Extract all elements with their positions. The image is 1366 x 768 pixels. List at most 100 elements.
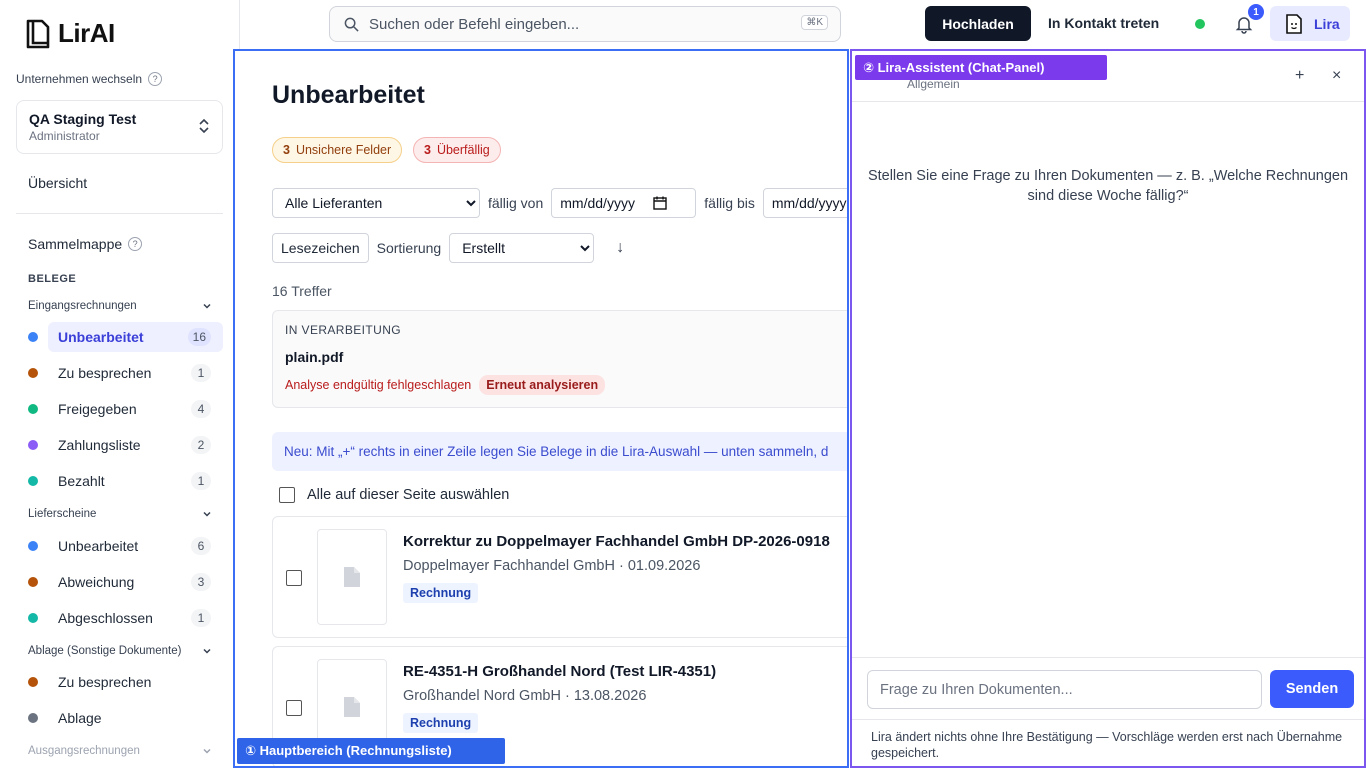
sidebar-item-label: Bezahlt [58,473,105,489]
status-dot [28,613,38,623]
sidebar: LirAI Unternehmen wechseln ? QA Staging … [0,0,240,768]
page-title: Unbearbeitet [272,81,425,109]
logo[interactable]: LirAI [24,18,115,49]
select-all-label: Alle auf dieser Seite auswählen [307,487,510,503]
due-from-label: fällig von [488,195,544,211]
sidebar-item-label: Abweichung [58,574,135,590]
search-input[interactable] [369,15,789,33]
sort-row: Lesezeichen Sortierung Erstellt ↓ [272,233,624,263]
send-button[interactable]: Senden [1270,670,1354,708]
sort-direction-icon[interactable]: ↓ [616,239,624,257]
close-icon[interactable]: × [1332,67,1341,85]
reanalyse-button[interactable]: Erneut analysieren [479,375,606,395]
sidebar-item[interactable]: Abweichung 3 [28,567,223,597]
search-icon [344,17,359,32]
sidebar-item[interactable]: Zu besprechen [28,667,223,697]
chat-input[interactable] [867,670,1262,709]
count-badge: 4 [191,400,211,418]
chat-panel: Allgemein + × Stellen Sie eine Frage zu … [850,49,1366,768]
sidebar-item-overview[interactable]: Übersicht [28,175,87,191]
supplier-select[interactable]: Alle Lieferanten [272,188,480,218]
hit-count: 16 Treffer [272,283,332,299]
help-icon[interactable]: ? [148,72,163,86]
sidebar-item[interactable]: Unbearbeitet 6 [28,531,223,561]
chat-region-tag: ② Lira-Assistent (Chat-Panel) [855,55,1107,80]
status-dot [28,577,38,587]
count-badge: 16 [187,328,211,346]
divider [852,657,1364,658]
select-all[interactable]: Alle auf dieser Seite auswählen [279,487,509,503]
sidebar-item-label: Unbearbeitet [58,538,139,554]
bookmarks-button[interactable]: Lesezeichen [272,233,369,263]
logo-icon [26,19,50,48]
lira-button[interactable]: Lira [1270,6,1350,41]
status-dot [28,677,38,687]
contact-button[interactable]: In Kontakt treten [1048,15,1159,31]
overdue-badge[interactable]: 3 Überfällig [413,137,501,163]
invoice-title[interactable]: Korrektur zu Doppelmayer Fachhandel GmbH… [403,533,830,550]
sidebar-item[interactable]: Bezahlt 1 [28,466,223,496]
count-badge: 1 [191,472,211,490]
invoice-checkbox[interactable] [286,700,302,716]
divider [852,101,1364,102]
count-badge: 1 [191,364,211,382]
sidebar-item-sammelmappe[interactable]: Sammelmappe ? [28,236,143,252]
company-role: Administrator [29,129,100,143]
processing-file[interactable]: plain.pdf [285,349,847,365]
select-all-checkbox[interactable] [279,487,295,503]
due-to-input[interactable]: mm/dd/yyyy [762,188,847,218]
invoice-checkbox[interactable] [286,570,302,586]
sidebar-item-label: Zu besprechen [58,365,152,381]
invoice-meta: Großhandel Nord GmbH · 13.08.2026 [403,688,647,704]
lira-avatar-icon [1286,13,1302,34]
processing-label: IN VERARBEITUNG [285,323,402,337]
invoice-thumbnail[interactable] [317,529,387,625]
processing-card: IN VERARBEITUNG plain.pdf Analyse endgül… [272,310,847,408]
filter-row: Alle Lieferanten fällig von mm/dd/yyyy f… [272,188,847,218]
invoice-card[interactable]: Korrektur zu Doppelmayer Fachhandel GmbH… [272,516,847,638]
upload-button[interactable]: Hochladen [925,6,1031,41]
topbar: ⌘K Hochladen In Kontakt treten 1 Lira [240,0,1366,48]
sort-label: Sortierung [376,240,442,256]
info-banner: Neu: Mit „+“ rechts in einer Zeile legen… [272,432,847,471]
chevron-down-icon [203,648,211,654]
main-region: Unbearbeitet 3 Unsichere Felder 3 Überfäll… [233,49,849,768]
sidebar-item-label: Ablage [58,710,102,726]
search-bar[interactable]: ⌘K [329,6,841,42]
invoice-meta: Doppelmayer Fachhandel GmbH · 01.09.2026 [403,558,701,574]
due-to-label: fällig bis [704,195,755,211]
document-icon [344,567,360,587]
count-badge: 1 [191,609,211,627]
sidebar-item[interactable]: Zahlungsliste 2 [28,430,223,460]
sidebar-item[interactable]: Freigegeben 4 [28,394,223,424]
sidebar-item[interactable]: Zu besprechen 1 [28,358,223,388]
new-chat-button[interactable]: + [1295,67,1304,85]
section-belege: BELEGE [28,273,77,285]
sidebar-item[interactable]: Ablage [28,703,223,733]
lira-label: Lira [1314,15,1340,32]
sidebar-item[interactable]: Unbearbeitet 16 [28,322,223,352]
due-from-input[interactable]: mm/dd/yyyy [551,188,697,218]
count-badge: 2 [191,436,211,454]
sidebar-group[interactable]: Ablage (Sonstige Dokumente) [28,645,212,657]
company-switcher[interactable]: QA Staging Test Administrator [16,100,223,154]
logo-text: LirAI [58,18,115,48]
sidebar-group[interactable]: Lieferscheine [28,508,212,520]
status-dot [28,541,38,551]
processing-error-text: Analyse endgültig fehlgeschlagen [285,378,472,392]
main-region-tag: ① Hauptbereich (Rechnungsliste) [237,738,505,764]
sidebar-group[interactable]: Ausgangsrechnungen [28,745,212,757]
sidebar-item[interactable]: Abgeschlossen 1 [28,603,223,633]
notification-badge: 1 [1248,4,1264,20]
invoice-title[interactable]: RE-4351-H Großhandel Nord (Test LIR-4351… [403,663,716,680]
sidebar-group[interactable]: Eingangsrechnungen [28,300,212,312]
unsure-fields-badge[interactable]: 3 Unsichere Felder [272,137,403,163]
status-dot [28,713,38,723]
sort-select[interactable]: Erstellt [449,233,595,263]
status-dot [28,404,38,414]
count-badge: 6 [191,537,211,555]
sidebar-item-label: Zu besprechen [58,674,152,690]
status-dot [28,476,38,486]
help-icon[interactable]: ? [128,237,143,251]
chat-disclaimer: Lira ändert nichts ohne Ihre Bestätigung… [871,730,1343,760]
